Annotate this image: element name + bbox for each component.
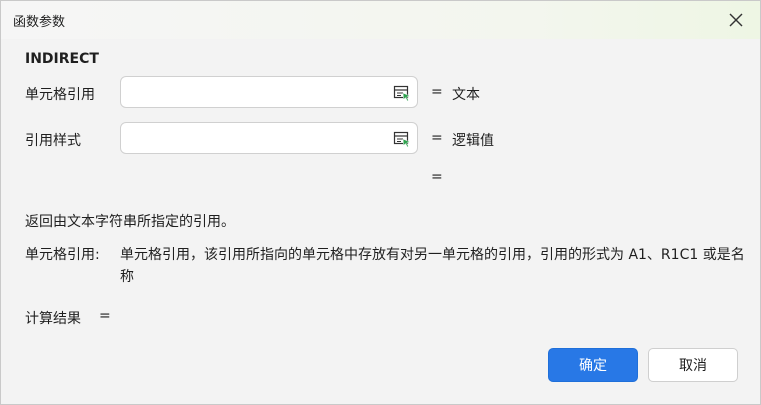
function-name: INDIRECT — [25, 51, 99, 67]
param-result-type-1: 文本 — [452, 87, 480, 103]
overall-eq: = — [431, 169, 443, 185]
cell-ref-input[interactable] — [129, 81, 393, 105]
function-arguments-dialog: 函数参数 INDIRECT 单元格引用 = 文本 引用样式 = 逻辑值 = 返回… — [0, 0, 761, 405]
param-eq-2: = — [431, 130, 443, 146]
range-select-icon[interactable] — [393, 130, 411, 148]
param-help-label: 单元格引用: — [25, 247, 100, 263]
param-label-cell-ref: 单元格引用 — [25, 87, 95, 103]
result-eq: = — [99, 308, 111, 324]
close-icon — [729, 13, 743, 27]
param-label-ref-style: 引用样式 — [25, 133, 81, 149]
param-result-type-2: 逻辑值 — [452, 133, 494, 149]
range-select-icon[interactable] — [393, 84, 411, 102]
title-bar: 函数参数 — [1, 1, 760, 39]
ref-style-input[interactable] — [129, 127, 393, 151]
cancel-button[interactable]: 取消 — [648, 348, 738, 382]
result-label: 计算结果 — [25, 311, 81, 327]
close-button[interactable] — [722, 7, 750, 33]
cell-ref-field[interactable] — [120, 76, 418, 108]
function-description: 返回由文本字符串所指定的引用。 — [25, 214, 235, 230]
ok-button[interactable]: 确定 — [548, 348, 638, 382]
ref-style-field[interactable] — [120, 122, 418, 154]
param-eq-1: = — [431, 84, 443, 100]
dialog-title: 函数参数 — [13, 15, 66, 30]
param-help-text: 单元格引用，该引用所指向的单元格中存放有对另一单元格的引用，引用的形式为 A1、… — [120, 247, 745, 285]
